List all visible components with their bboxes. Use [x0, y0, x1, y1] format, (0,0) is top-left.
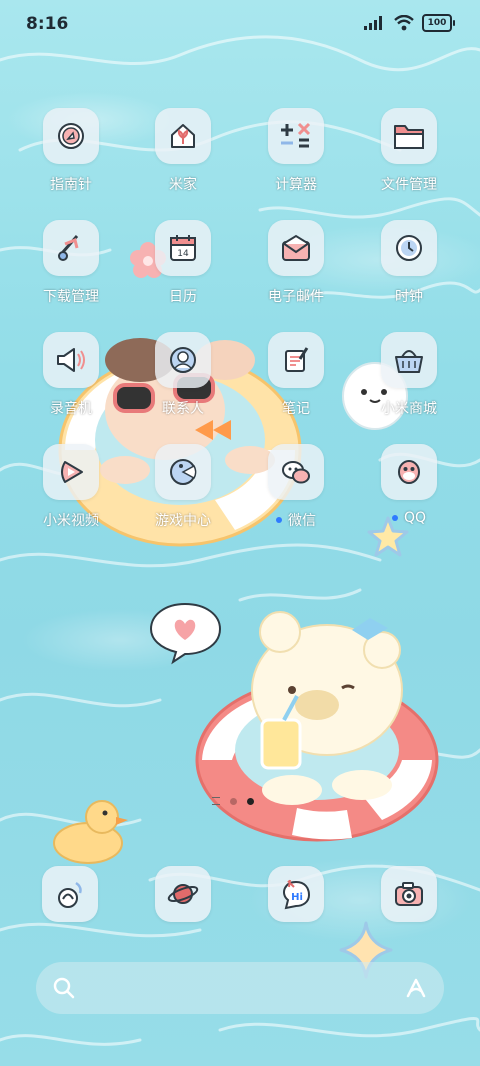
app-mijia[interactable]: 米家 — [127, 108, 239, 194]
app-qq[interactable]: QQ — [353, 444, 465, 526]
page-indicator-menu-icon — [212, 797, 220, 805]
signal-icon — [364, 16, 382, 30]
messages-icon-text: Hi — [291, 892, 303, 903]
dock-camera[interactable] — [381, 866, 437, 922]
app-mi-video[interactable]: 小米视频 — [15, 444, 127, 530]
app-label: 小米视频 — [43, 513, 99, 529]
battery-icon: 100 — [422, 14, 455, 32]
game-center-icon — [155, 444, 211, 500]
clock-icon — [381, 220, 437, 276]
app-label: 时钟 — [395, 289, 423, 305]
page-dot-active — [247, 797, 254, 805]
app-label: 小米商城 — [381, 401, 437, 417]
mail-icon — [268, 220, 324, 276]
app-label: 下载管理 — [43, 289, 99, 305]
app-calendar[interactable]: 14 日历 — [127, 220, 239, 306]
app-label: 微信 — [276, 510, 316, 530]
status-time: 8:16 — [26, 14, 69, 34]
video-icon — [43, 444, 99, 500]
mijia-home-icon — [155, 108, 211, 164]
browser-planet-icon — [167, 884, 199, 904]
page-indicator[interactable] — [212, 797, 254, 805]
app-label: 游戏中心 — [155, 513, 211, 529]
app-wechat[interactable]: 微信 — [240, 444, 352, 530]
compass-icon — [43, 108, 99, 164]
app-clock[interactable]: 时钟 — [353, 220, 465, 306]
app-label: 米家 — [169, 177, 197, 193]
app-label-text: QQ — [403, 510, 427, 526]
dock-messages[interactable]: Hi — [268, 866, 324, 922]
search-bar[interactable] — [36, 962, 444, 1014]
calendar-day: 14 — [177, 249, 189, 259]
search-icon — [53, 977, 75, 999]
rubber-duck-decoration — [53, 800, 128, 864]
wechat-icon — [268, 444, 324, 500]
phone-icon — [58, 881, 82, 908]
new-badge-dot — [391, 515, 398, 521]
app-label: 文件管理 — [381, 177, 437, 193]
wifi-icon — [394, 15, 414, 31]
app-game-center[interactable]: 游戏中心 — [127, 444, 239, 530]
bear-swim-ring-illustration — [195, 611, 439, 842]
calculator-icon — [268, 108, 324, 164]
app-notes[interactable]: 笔记 — [240, 332, 352, 418]
app-mi-store[interactable]: 小米商城 — [353, 332, 465, 418]
app-label: 笔记 — [282, 401, 310, 417]
contacts-icon — [155, 332, 211, 388]
camera-icon — [395, 882, 423, 906]
dock-browser[interactable] — [155, 866, 211, 922]
status-icons: 100 — [364, 14, 455, 32]
assistant-icon[interactable] — [404, 976, 428, 1000]
download-icon — [43, 220, 99, 276]
status-bar: 8:16 100 — [0, 0, 480, 50]
dock-phone[interactable] — [42, 866, 98, 922]
app-label-text: 微信 — [288, 513, 316, 529]
new-badge-dot — [276, 517, 282, 523]
app-label: 指南针 — [50, 177, 92, 193]
messages-icon: Hi — [283, 879, 311, 910]
recorder-icon — [43, 332, 99, 388]
notes-icon — [268, 332, 324, 388]
qq-icon — [381, 444, 437, 500]
app-contacts[interactable]: 联系人 — [127, 332, 239, 418]
app-recorder[interactable]: 录音机 — [15, 332, 127, 418]
page-dot — [230, 797, 237, 805]
app-email[interactable]: 电子邮件 — [240, 220, 352, 306]
app-label: 计算器 — [275, 177, 317, 193]
app-label: 联系人 — [162, 401, 204, 417]
app-label: 录音机 — [50, 401, 92, 417]
app-download-manager[interactable]: 下载管理 — [15, 220, 127, 306]
app-label: QQ — [391, 510, 427, 526]
folder-icon — [381, 108, 437, 164]
app-label: 日历 — [169, 289, 197, 305]
calendar-icon: 14 — [155, 220, 211, 276]
app-calculator[interactable]: 计算器 — [240, 108, 352, 194]
app-compass[interactable]: 指南针 — [15, 108, 127, 194]
app-label: 电子邮件 — [268, 289, 324, 305]
app-file-manager[interactable]: 文件管理 — [353, 108, 465, 194]
shop-basket-icon — [381, 332, 437, 388]
